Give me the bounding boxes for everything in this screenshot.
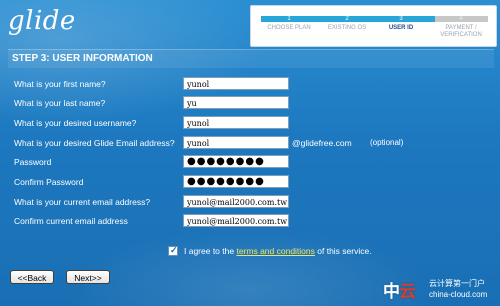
glide-logo: glide (8, 6, 76, 36)
step-number: 2 (345, 16, 349, 22)
password-input[interactable]: ●●●●●●●● (183, 155, 289, 168)
last-name-input[interactable]: yu (183, 96, 289, 109)
first-name-label: What is your first name? (14, 79, 106, 89)
agree-text: I agree to the terms and conditions of t… (184, 246, 372, 256)
back-button[interactable]: <<Back (10, 270, 54, 284)
checkmark-icon: ✓ (170, 245, 178, 255)
step-payment: 4 PAYMENT / VERIFICATION (431, 16, 491, 39)
username-label: What is your desired username? (14, 118, 137, 128)
progress-steps: 1 CHOOSE PLAN 2 EXISTING OS 3 USER ID 4 … (250, 5, 497, 47)
password-label: Password (14, 157, 52, 167)
step-number: 4 (459, 16, 463, 22)
watermark-domain: china-cloud.com (429, 290, 488, 299)
confirm-password-input[interactable]: ●●●●●●●● (183, 175, 289, 188)
optional-note: (optional) (370, 138, 404, 147)
current-email-label: What is your current email address? (14, 197, 151, 207)
terms-link[interactable]: terms and conditions (236, 246, 314, 256)
confirm-email-input[interactable]: yunol@mail2000.com.tw (183, 214, 289, 227)
next-button[interactable]: Next>> (66, 270, 110, 284)
agree-suffix: of this service. (314, 246, 372, 256)
agree-checkbox[interactable]: ✓ (168, 245, 178, 256)
last-name-label: What is your last name? (14, 98, 106, 108)
confirm-email-label: Confirm current email address (14, 216, 128, 226)
glide-email-input[interactable]: yunol (183, 136, 289, 149)
step-label: PAYMENT / VERIFICATION (440, 25, 482, 38)
watermark-logo-b: 云 (399, 282, 416, 301)
watermark-logo: 中云 (383, 277, 416, 302)
glide-email-row: What is your desired Glide Email address… (14, 136, 494, 152)
step-label: CHOOSE PLAN (267, 25, 311, 31)
china-cloud-watermark: 中云 云计算第一门户 china-cloud.com (383, 275, 500, 306)
step-label: USER ID (388, 25, 414, 31)
section-title: STEP 3: USER INFORMATION (12, 53, 153, 64)
step-user-id: 3 USER ID (371, 16, 431, 32)
confirm-password-label: Confirm Password (14, 177, 84, 187)
step-choose-plan: 1 CHOOSE PLAN (259, 16, 319, 32)
glide-email-label: What is your desired Glide Email address… (14, 138, 175, 148)
first-name-input[interactable]: yunol (183, 77, 289, 90)
step-existing-os: 2 EXISTING OS (317, 16, 377, 32)
username-input[interactable]: yunol (183, 116, 289, 129)
watermark-tagline: 云计算第一门户 (429, 279, 485, 288)
step-label: EXISTING OS (327, 25, 367, 31)
current-email-input[interactable]: yunol@mail2000.com.tw (183, 195, 289, 208)
glide-email-domain: @glidefree.com (292, 138, 352, 148)
agree-prefix: I agree to the (184, 246, 237, 256)
step-number: 3 (399, 16, 403, 22)
step-number: 1 (287, 16, 291, 22)
watermark-logo-a: 中 (383, 282, 400, 301)
